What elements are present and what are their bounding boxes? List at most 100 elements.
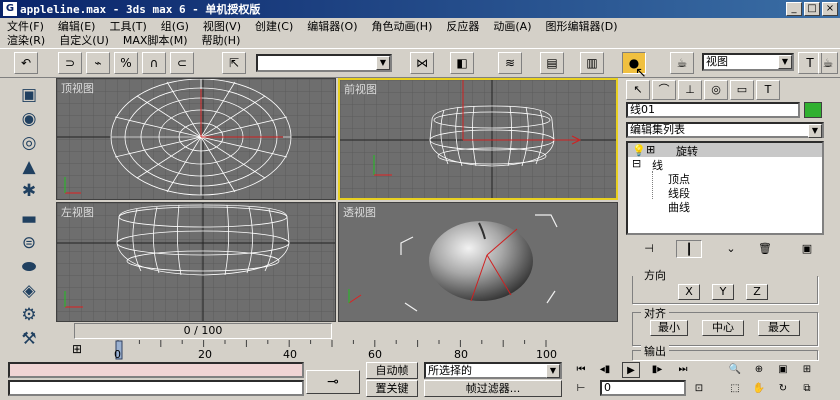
key-mode-toggle-icon[interactable]: ⊢	[572, 381, 590, 397]
align-center-button[interactable]: 中心	[702, 320, 744, 336]
gear-icon[interactable]: ⚙	[14, 302, 44, 328]
menu-maxscript[interactable]: MAX脚本(M)	[116, 32, 195, 48]
viewport-front[interactable]: 前视图	[338, 78, 618, 200]
set-key-button[interactable]: 置关键	[366, 380, 418, 397]
schematic-icon[interactable]: ▥	[580, 52, 604, 74]
region-zoom-icon[interactable]: ⬚	[726, 381, 744, 397]
zoom-extents-icon[interactable]: ▣	[774, 362, 792, 378]
current-frame-field[interactable]: 0	[600, 380, 686, 396]
pin-stack-icon[interactable]: ⊣	[636, 240, 662, 258]
lightbulb-icon[interactable]: 💡	[632, 144, 646, 157]
track-tick-label-80: 80	[454, 348, 468, 361]
remove-modifier-icon[interactable]: 🗑	[752, 240, 778, 258]
hierarchy-tab-icon[interactable]: ⊥	[678, 80, 702, 100]
maximize-viewport-icon[interactable]: ⧉	[798, 381, 816, 397]
track-bar[interactable]: ⊞ 0 20 40 60 80 100	[56, 340, 618, 362]
align-group-title: 对齐	[641, 305, 669, 321]
torus-icon[interactable]: ◎	[14, 130, 44, 156]
select-filter-icon[interactable]: ⊂	[170, 52, 194, 74]
align-z-button[interactable]: Z	[746, 284, 768, 300]
maximize-button[interactable]: □	[804, 2, 820, 16]
auto-key-button[interactable]: 自动帧	[366, 362, 418, 379]
stack-item-lathe[interactable]: 旋转	[676, 143, 698, 159]
previous-frame-icon[interactable]: ◂▮	[596, 362, 614, 378]
open-mini-curve-editor-icon[interactable]: ⊞	[72, 342, 82, 356]
mirror-icon[interactable]: ⋈	[410, 52, 434, 74]
menu-help[interactable]: 帮助(H)	[195, 32, 248, 48]
modify-icon[interactable]: ◈	[14, 278, 44, 304]
viewport-perspective[interactable]: 透视图	[338, 202, 618, 322]
align-max-button[interactable]: 最大	[758, 320, 800, 336]
render-view-dropdown[interactable]: 视图 ▼	[702, 53, 794, 71]
left-view-canvas	[57, 203, 335, 321]
align-y-button[interactable]: Y	[712, 284, 734, 300]
perspective-view-canvas	[339, 203, 617, 321]
star-icon[interactable]: ✱	[14, 178, 44, 204]
stack-item-spline[interactable]: 曲线	[668, 199, 690, 215]
show-end-result-icon[interactable]: ┃	[676, 240, 702, 258]
menu-rendering[interactable]: 渲染(R)	[0, 32, 52, 48]
modify-tab-icon[interactable]: ⌒	[652, 80, 676, 100]
modifier-list-dropdown[interactable]: 编辑集列表 ▼	[626, 122, 824, 138]
undo-icon[interactable]: ↶	[14, 52, 38, 74]
align-icon[interactable]: ◧	[450, 52, 474, 74]
selection-set-dropdown[interactable]: 所选择的 ▼	[424, 362, 562, 379]
cone-icon[interactable]: ▲	[14, 154, 44, 180]
time-slider[interactable]: 0 / 100	[74, 323, 332, 339]
teapot-icon[interactable]: ☕	[818, 52, 838, 74]
object-name-field[interactable]: 线01	[626, 102, 800, 118]
window-title: appleline.max - 3ds max 6 - 单机授权版	[20, 3, 261, 16]
sphere-icon[interactable]: ◉	[14, 106, 44, 132]
play-icon[interactable]: ▶	[622, 362, 640, 378]
configure-sets-icon[interactable]: ▣	[794, 240, 820, 258]
track-tick-label-40: 40	[283, 348, 297, 361]
next-frame-icon[interactable]: ▮▸	[648, 362, 666, 378]
go-to-end-icon[interactable]: ⏭	[674, 362, 692, 378]
select-by-name-icon[interactable]: ⇱	[222, 52, 246, 74]
object-color-swatch[interactable]	[804, 102, 822, 118]
plane-icon[interactable]: ▬	[14, 206, 44, 232]
zoom-extents-all-icon[interactable]: ⊞	[798, 362, 816, 378]
zoom-icon[interactable]: 🔍	[726, 362, 744, 378]
create-tab-icon[interactable]: ↖	[626, 80, 650, 100]
close-button[interactable]: ×	[822, 2, 838, 16]
collapse-icon[interactable]: ⊟	[632, 157, 641, 170]
key-filters-button[interactable]: 帧过滤器...	[424, 380, 562, 397]
display-tab-icon[interactable]: ▭	[730, 80, 754, 100]
render-scene-icon[interactable]: ☕	[670, 52, 694, 74]
align-x-button[interactable]: X	[678, 284, 700, 300]
chevron-down-icon: ▼	[376, 56, 390, 70]
arc-rotate-icon[interactable]: ↻	[774, 381, 792, 397]
pan-icon[interactable]: ✋	[750, 381, 768, 397]
utilities-tab-icon[interactable]: T	[756, 80, 780, 100]
viewport-left[interactable]: 左视图	[56, 202, 336, 322]
align-min-button[interactable]: 最小	[650, 320, 688, 336]
maxscript-listener-field[interactable]	[8, 362, 304, 378]
layers-icon[interactable]: ≋	[498, 52, 522, 74]
named-selection-dropdown[interactable]: ▼	[256, 54, 392, 72]
key-icon[interactable]: ⊸	[306, 370, 360, 394]
magnet-icon[interactable]: ∩	[142, 52, 166, 74]
bind-space-warp-icon[interactable]: %	[114, 52, 138, 74]
minimize-button[interactable]: _	[786, 2, 802, 16]
menu-customize[interactable]: 自定义(U)	[52, 32, 116, 48]
cylinder-icon[interactable]: ⊜	[14, 230, 44, 256]
partial-group-title: 方向	[641, 267, 669, 283]
zoom-all-icon[interactable]: ⊕	[750, 362, 768, 378]
render-view-label: 视图	[706, 55, 728, 68]
link-icon[interactable]: ⊃	[58, 52, 82, 74]
viewport-top[interactable]: 顶视图	[56, 78, 336, 200]
output-group: 输出	[632, 343, 818, 360]
left-toolbar: ▣ ◉ ◎ ▲ ✱ ▬ ⊜ ⬬ ◈ ⚙ ⚒	[0, 78, 58, 349]
utility-icon[interactable]: ⚒	[14, 326, 44, 352]
unlink-icon[interactable]: ⌁	[86, 52, 110, 74]
time-config-icon[interactable]: ⊡	[690, 381, 708, 397]
make-unique-icon[interactable]: ⌄	[718, 240, 744, 258]
track-view-icon[interactable]: ▤	[540, 52, 564, 74]
go-to-start-icon[interactable]: ⏮	[572, 362, 590, 378]
expand-icon[interactable]: ⊞	[646, 143, 655, 156]
motion-tab-icon[interactable]: ◎	[704, 80, 728, 100]
capsule-icon[interactable]: ⬬	[14, 254, 44, 280]
box-icon[interactable]: ▣	[14, 82, 44, 108]
prompt-line	[8, 380, 304, 396]
